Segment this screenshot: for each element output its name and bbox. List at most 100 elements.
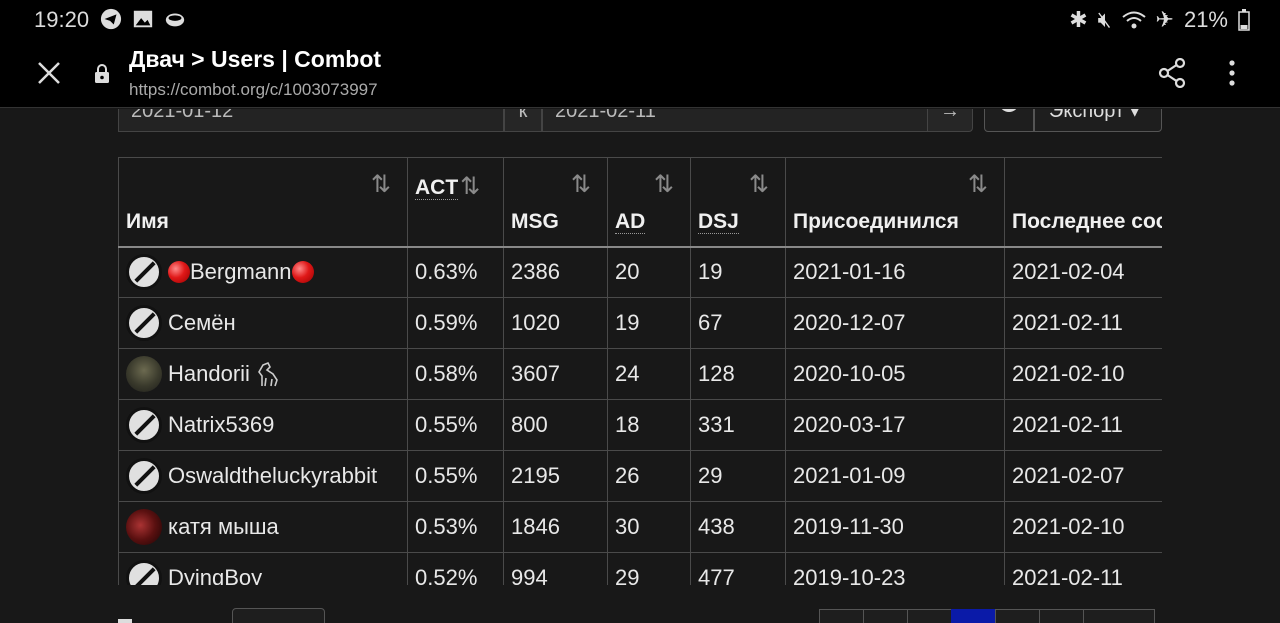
msg-cell: 2195 [503, 450, 608, 502]
lock-icon [95, 64, 109, 83]
user-name-cell[interactable]: Oswaldtheluckyrabbit [118, 450, 408, 502]
mute-icon: 🔇︎ [1097, 7, 1112, 32]
battery-icon [1238, 9, 1250, 31]
page-button[interactable] [819, 609, 864, 623]
user-name-cell[interactable]: DyingBoy [118, 552, 408, 585]
more-menu-icon[interactable] [1222, 60, 1242, 86]
page-button[interactable] [907, 609, 952, 623]
page-button[interactable] [863, 609, 908, 623]
share-icon[interactable] [1158, 58, 1186, 88]
table-row[interactable]: Oswaldtheluckyrabbit 0.55% 2195 26 29 20… [118, 450, 1162, 502]
page-button[interactable] [995, 609, 1040, 623]
column-header-act[interactable]: ACT⇅ [407, 157, 504, 248]
ad-cell: 19 [607, 297, 691, 349]
column-header-last-message[interactable]: Последнее сообщение [1004, 157, 1162, 248]
act-cell: 0.55% [407, 399, 504, 451]
page-button[interactable] [1039, 609, 1084, 623]
last-message-cell: 2021-02-11 [1004, 399, 1162, 451]
act-cell: 0.55% [407, 450, 504, 502]
page-size-label-fragment [118, 619, 132, 623]
dsj-cell: 477 [690, 552, 786, 585]
joined-cell: 2020-03-17 [785, 399, 1005, 451]
table-row[interactable]: Bergmann 0.63% 2386 20 19 2021-01-16 202… [118, 246, 1162, 298]
ad-cell: 29 [607, 552, 691, 585]
msg-cell: 1020 [503, 297, 608, 349]
red-circle-icon [291, 261, 314, 284]
user-name[interactable]: Семён [168, 310, 236, 336]
page-title: Двач > Users | Combot [129, 46, 382, 72]
banned-avatar-icon [126, 254, 162, 291]
msg-cell: 1846 [503, 501, 608, 553]
msg-cell: 994 [503, 552, 608, 585]
sort-icon[interactable]: ⇅ [968, 170, 988, 199]
eye-icon [1001, 109, 1017, 112]
ad-cell: 30 [607, 501, 691, 553]
ad-cell: 24 [607, 348, 691, 400]
dsj-cell: 29 [690, 450, 786, 502]
date-from-input[interactable]: 2021-01-12 [118, 109, 504, 132]
next-page-button[interactable] [1083, 609, 1155, 623]
column-header-msg[interactable]: ⇅ MSG [503, 157, 608, 248]
users-table: ⇅ Имя ACT⇅ ⇅ MSG ⇅ AD ⇅ DSJ ⇅ Присоединился П… [118, 157, 1162, 585]
page-button-active[interactable] [951, 609, 996, 623]
act-cell: 0.53% [407, 501, 504, 553]
banned-avatar-icon [126, 305, 162, 341]
status-bar: 19:20 ✱ 🔇︎ ✈ 21% [0, 0, 1280, 38]
user-name-cell[interactable]: Natrix5369 [118, 399, 408, 451]
table-row[interactable]: Семён 0.59% 1020 19 67 2020-12-07 2021-0… [118, 297, 1162, 349]
date-to-input[interactable]: 2021-02-11 [542, 109, 928, 132]
pagination [819, 609, 1155, 623]
dsj-cell: 438 [690, 501, 786, 553]
page-size-select[interactable] [232, 608, 325, 623]
msg-cell: 800 [503, 399, 608, 451]
column-header-name[interactable]: ⇅ Имя [118, 157, 408, 248]
act-cell: 0.63% [407, 246, 504, 298]
last-message-cell: 2021-02-10 [1004, 501, 1162, 553]
joined-cell: 2019-11-30 [785, 501, 1005, 553]
user-name[interactable]: Handorii [168, 361, 250, 387]
sort-icon[interactable]: ⇅ [460, 173, 480, 200]
page-url[interactable]: https://combot.org/c/1003073997 [129, 80, 378, 100]
users-table-container[interactable]: ⇅ Имя ACT⇅ ⇅ MSG ⇅ AD ⇅ DSJ ⇅ Присоединился П… [118, 157, 1162, 585]
msg-cell: 2386 [503, 246, 608, 298]
last-message-cell: 2021-02-10 [1004, 348, 1162, 400]
user-avatar [126, 356, 162, 392]
column-header-dsj[interactable]: ⇅ DSJ [690, 157, 786, 248]
user-name[interactable]: Bergmann [190, 259, 292, 285]
table-row[interactable]: DyingBoy 0.52% 994 29 477 2019-10-23 202… [118, 552, 1162, 585]
joined-cell: 2019-10-23 [785, 552, 1005, 585]
battery-label: 21% [1183, 7, 1228, 32]
table-row[interactable]: катя мыша 0.53% 1846 30 438 2019-11-30 2… [118, 501, 1162, 553]
close-icon[interactable] [36, 60, 62, 86]
user-name[interactable]: катя мыша [168, 514, 279, 540]
sort-icon[interactable]: ⇅ [371, 170, 391, 199]
sort-icon[interactable]: ⇅ [654, 170, 674, 199]
user-name-cell[interactable]: Bergmann [118, 246, 408, 298]
date-range: 2021-01-12 к 2021-02-11 → [118, 109, 973, 132]
user-name-cell[interactable]: Handorii [118, 348, 408, 400]
image-icon [133, 10, 153, 28]
user-name-cell[interactable]: Семён [118, 297, 408, 349]
column-header-joined[interactable]: ⇅ Присоединился [785, 157, 1005, 248]
date-separator: к [504, 109, 542, 132]
sort-icon[interactable]: ⇅ [749, 170, 769, 199]
visibility-button[interactable] [984, 109, 1034, 132]
export-dropdown[interactable]: Экспорт ▾ [1034, 109, 1162, 132]
user-name[interactable]: DyingBoy [168, 565, 262, 585]
msg-cell: 3607 [503, 348, 608, 400]
browser-toolbar: Двач > Users | Combot https://combot.org… [0, 38, 1280, 108]
user-name[interactable]: Natrix5369 [168, 412, 274, 438]
user-name-cell[interactable]: катя мыша [118, 501, 408, 553]
ad-cell: 20 [607, 246, 691, 298]
airplane-icon: ✈ [1155, 7, 1174, 32]
apply-date-button[interactable]: → [927, 109, 973, 132]
sort-icon[interactable]: ⇅ [571, 170, 591, 199]
table-row[interactable]: Handorii 0.58% 3607 24 128 2020-10-05 20… [118, 348, 1162, 400]
column-header-ad[interactable]: ⇅ AD [607, 157, 691, 248]
table-row[interactable]: Natrix5369 0.55% 800 18 331 2020-03-17 2… [118, 399, 1162, 451]
user-name[interactable]: Oswaldtheluckyrabbit [168, 463, 377, 489]
status-time: 19:20 [34, 7, 90, 32]
act-cell: 0.52% [407, 552, 504, 585]
act-cell: 0.59% [407, 297, 504, 349]
dsj-cell: 19 [690, 246, 786, 298]
